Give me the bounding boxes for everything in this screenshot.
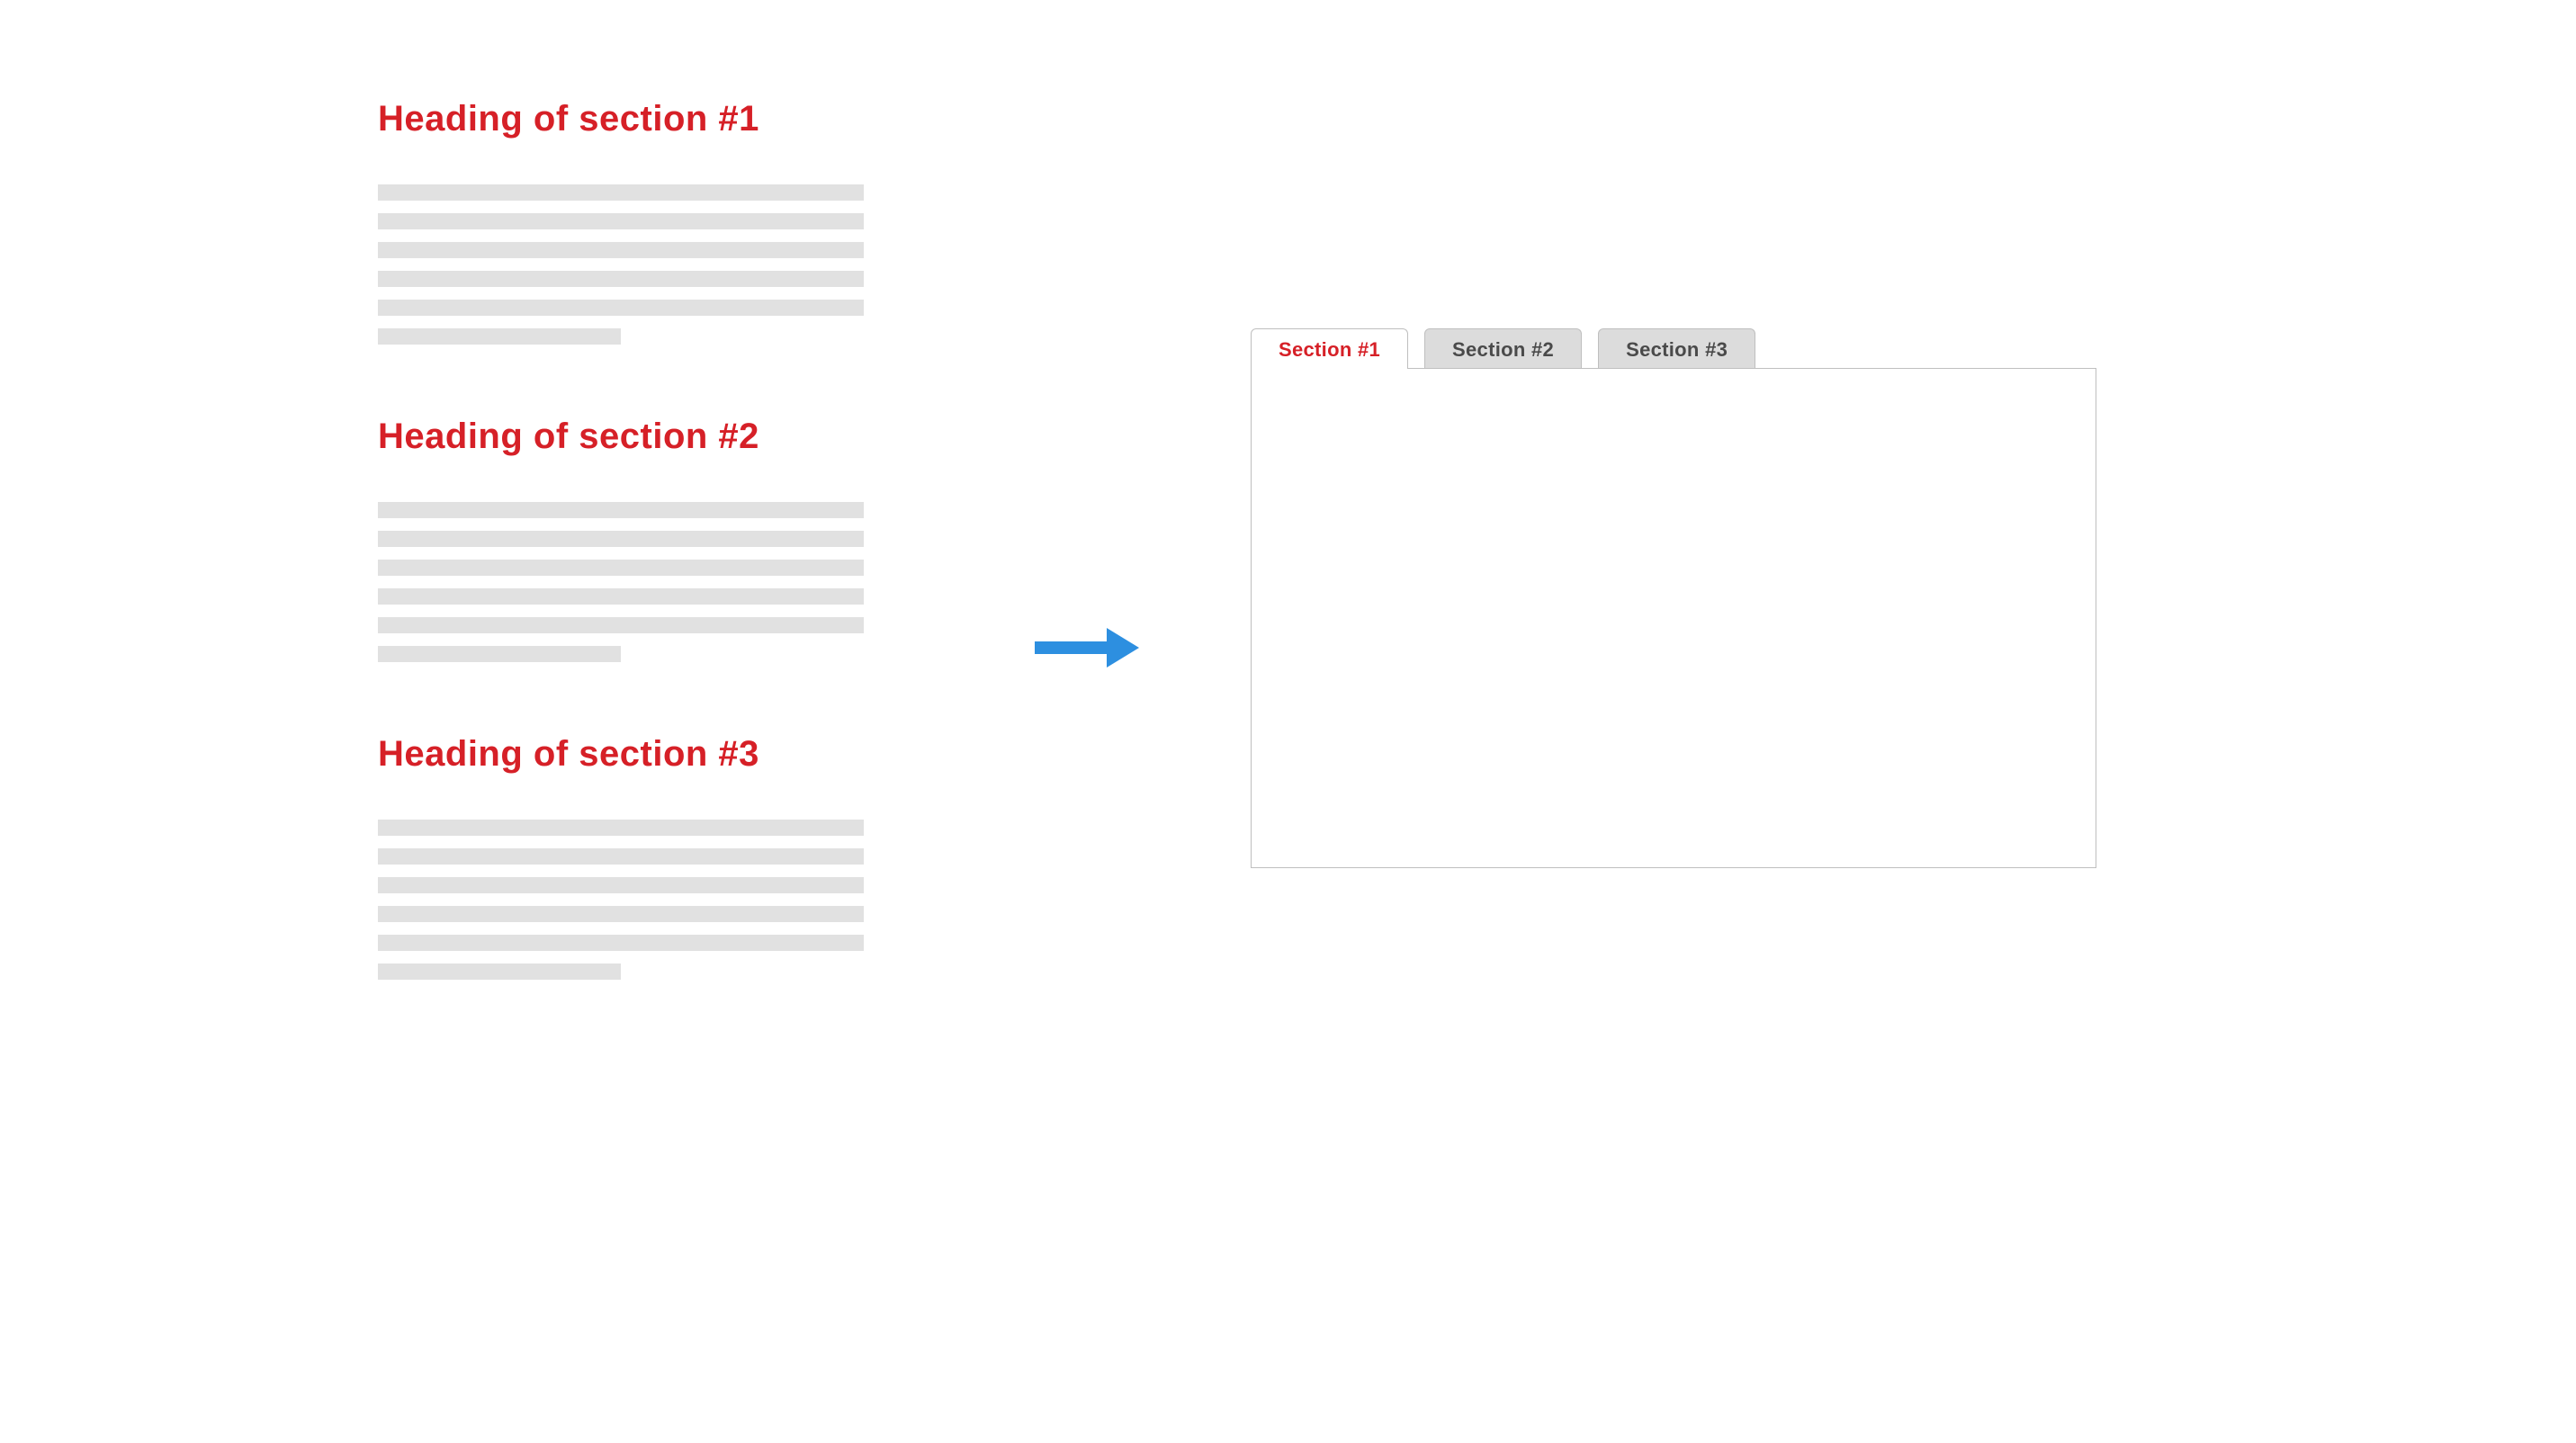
placeholder-line — [378, 935, 864, 951]
tab-section-3[interactable]: Section #3 — [1598, 328, 1755, 369]
placeholder-lines — [378, 184, 864, 345]
section-heading-1: Heading of section #1 — [378, 99, 864, 139]
placeholder-line — [378, 877, 864, 893]
placeholder-line — [378, 617, 864, 633]
placeholder-line — [378, 300, 864, 316]
placeholder-lines — [378, 820, 864, 980]
arrow-icon — [1035, 630, 1143, 666]
placeholder-line — [378, 502, 864, 518]
section-block-1: Heading of section #1 — [378, 99, 864, 345]
arrow-head — [1107, 628, 1139, 668]
arrow-shaft — [1035, 641, 1107, 654]
tab-section-1[interactable]: Section #1 — [1251, 328, 1408, 369]
placeholder-line — [378, 242, 864, 258]
section-block-2: Heading of section #2 — [378, 417, 864, 662]
placeholder-line — [378, 906, 864, 922]
placeholder-line-short — [378, 963, 621, 980]
placeholder-line — [378, 848, 864, 865]
section-heading-2: Heading of section #2 — [378, 417, 864, 457]
placeholder-line — [378, 271, 864, 287]
placeholder-line — [378, 213, 864, 229]
tab-panel: Section #1 Section #2 Section #3 — [1251, 328, 2096, 868]
placeholder-line — [378, 820, 864, 836]
tab-section-2[interactable]: Section #2 — [1424, 328, 1582, 369]
sections-column: Heading of section #1 Heading of section… — [378, 99, 864, 1052]
section-block-3: Heading of section #3 — [378, 734, 864, 980]
placeholder-lines — [378, 502, 864, 662]
diagram-canvas: Heading of section #1 Heading of section… — [0, 0, 2576, 1443]
placeholder-line — [378, 531, 864, 547]
placeholder-line — [378, 588, 864, 605]
placeholder-line-short — [378, 646, 621, 662]
tab-content — [1251, 368, 2096, 868]
placeholder-line — [378, 184, 864, 201]
tab-strip: Section #1 Section #2 Section #3 — [1251, 328, 2096, 369]
section-heading-3: Heading of section #3 — [378, 734, 864, 775]
placeholder-line-short — [378, 328, 621, 345]
placeholder-line — [378, 560, 864, 576]
